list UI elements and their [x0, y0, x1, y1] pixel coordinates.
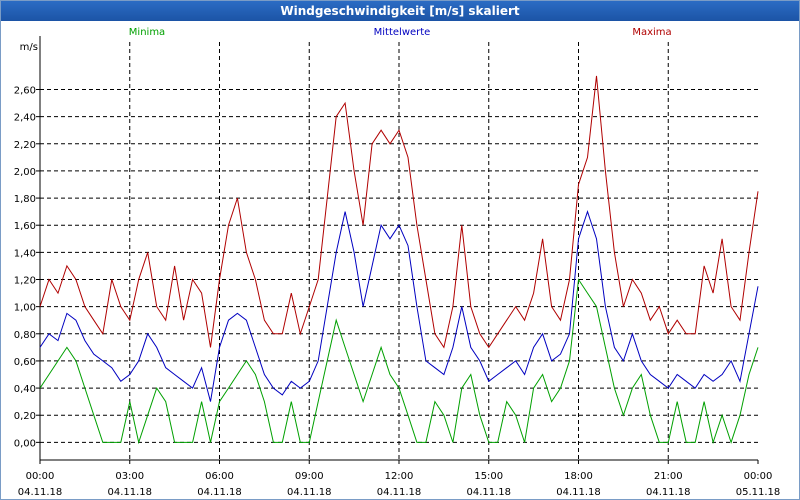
legend-minima: Minima: [129, 27, 165, 38]
x-tick-time: 00:00: [26, 471, 55, 482]
legend: Minima Mittelwerte Maxima: [129, 27, 672, 38]
x-tick-date: 04.11.18: [646, 487, 691, 498]
x-tick-date: 04.11.18: [18, 487, 63, 498]
x-tick-date: 04.11.18: [197, 487, 242, 498]
x-tick-date: 04.11.18: [466, 487, 511, 498]
x-tick-time: 06:00: [205, 471, 234, 482]
legend-maxima: Maxima: [632, 27, 671, 38]
x-tick-time: 21:00: [654, 471, 683, 482]
y-tick-label: 2,60: [14, 86, 36, 97]
y-tick-label: 1,20: [14, 276, 36, 287]
axes: [36, 36, 759, 464]
y-tick-label: 1,80: [14, 194, 36, 205]
x-tick-time: 15:00: [474, 471, 503, 482]
x-tick-time: 09:00: [295, 471, 324, 482]
y-tick-label: 0,80: [14, 330, 36, 341]
grid-lines: [40, 42, 758, 460]
chart-svg: 0,00 0,20 0,40 0,60 0,80 1,00 1,20 1,40 1,60 1,80…: [14, 27, 781, 498]
y-tick-label: 0,20: [14, 411, 36, 422]
y-tick-label: 0,40: [14, 384, 36, 395]
y-tick-label: 0,60: [14, 357, 36, 368]
x-tick-time: 00:00: [744, 471, 773, 482]
x-tick-date: 05.11.18: [736, 487, 781, 498]
y-tick-label: 1,40: [14, 248, 36, 259]
x-tick-date: 04.11.18: [287, 487, 332, 498]
x-tick-time: 03:00: [115, 471, 144, 482]
y-tick-label: 2,20: [14, 140, 36, 151]
y-tick-label: 2,00: [14, 167, 36, 178]
y-tick-label: 2,40: [14, 113, 36, 124]
y-tick-label: 1,00: [14, 303, 36, 314]
x-tick-date: 04.11.18: [556, 487, 601, 498]
x-tick-time: 12:00: [385, 471, 414, 482]
x-tick-date: 04.11.18: [377, 487, 422, 498]
tick-labels: 0,00 0,20 0,40 0,60 0,80 1,00 1,20 1,40 1,60 1,80…: [14, 42, 781, 498]
legend-mittelwerte: Mittelwerte: [374, 27, 431, 38]
y-axis-label: m/s: [20, 42, 38, 53]
x-tick-date: 04.11.18: [107, 487, 152, 498]
x-tick-time: 18:00: [564, 471, 593, 482]
y-tick-label: 1,60: [14, 221, 36, 232]
y-tick-label: 0,00: [14, 438, 36, 449]
